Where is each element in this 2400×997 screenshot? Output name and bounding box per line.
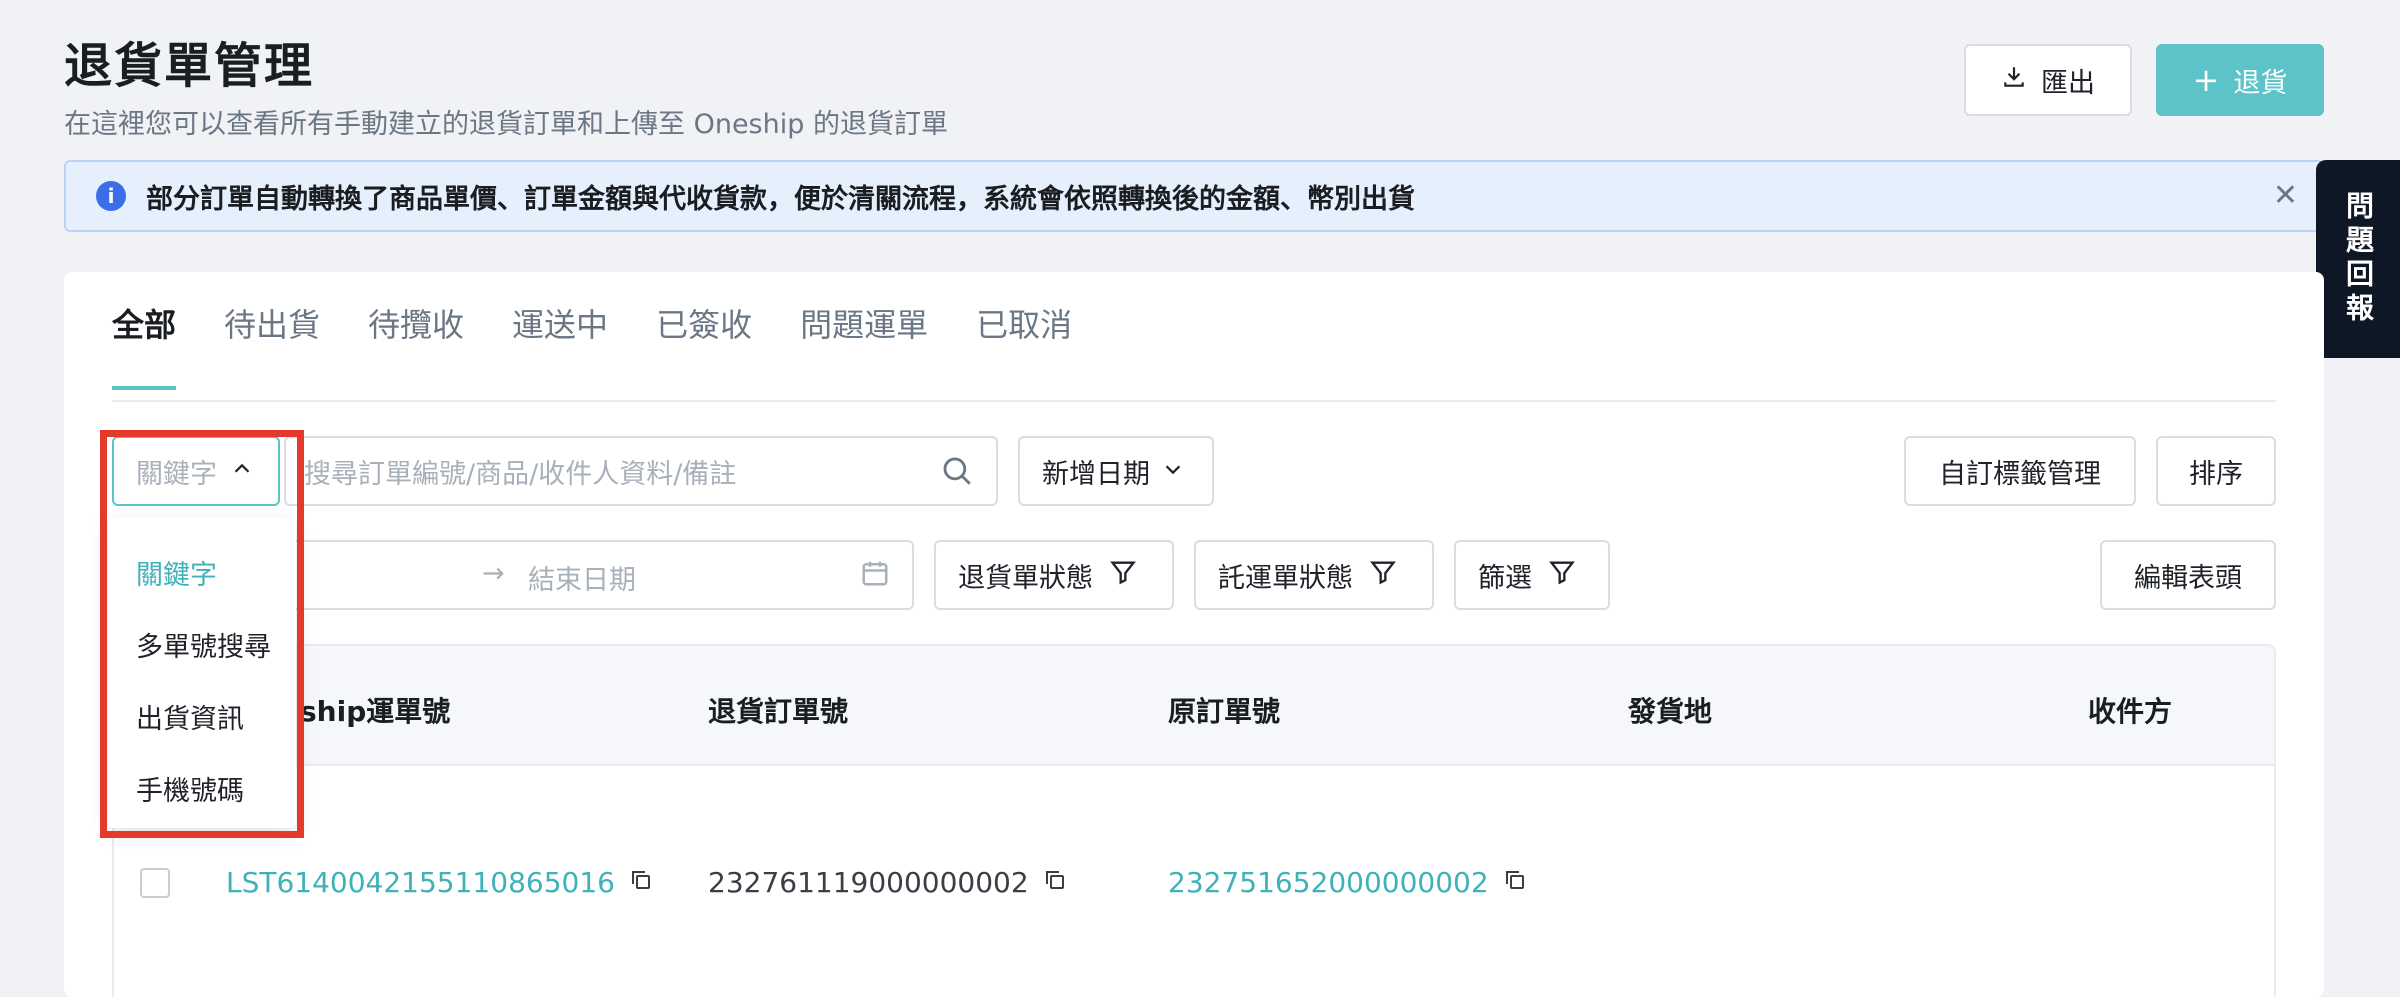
download-icon [2001, 64, 2027, 97]
row-checkbox[interactable] [140, 868, 170, 898]
tab-problem[interactable]: 問題運單 [800, 300, 928, 386]
return-status-label: 退貨單狀態 [958, 562, 1093, 594]
waybill-link[interactable]: LST614004215511086501​6 [226, 866, 615, 899]
custom-tag-manage-button[interactable]: 自訂標籤管理 [1904, 436, 2136, 506]
date-type-label: 新增日期 [1042, 458, 1150, 490]
tab-all[interactable]: 全部 [112, 300, 177, 390]
status-tabs: 全部 待出貨 待攬收 運送中 已簽收 問題運單 已取消 [112, 300, 1072, 390]
tab-pending-shipment[interactable]: 待出貨 [224, 300, 320, 386]
tab-pending-pickup[interactable]: 待攬收 [368, 300, 464, 386]
page-title: 退貨單管理 [64, 38, 315, 94]
table-header: ship運單號 退貨訂單號 原訂單號 發貨地 收件方 [114, 646, 2274, 766]
original-order-cell: 232751652000000002 [1168, 866, 1527, 899]
search-icon[interactable] [940, 454, 974, 495]
tab-in-transit[interactable]: 運送中 [512, 300, 608, 386]
copy-icon[interactable] [629, 866, 653, 899]
info-banner-text: 部分訂單自動轉換了商品單價、訂單金額與代收貨款，便於清關流程，系統會依照轉換後的… [146, 183, 1415, 215]
filter-label: 篩選 [1478, 562, 1532, 594]
tab-cancelled[interactable]: 已取消 [976, 300, 1072, 386]
close-icon[interactable]: ✕ [2273, 178, 2298, 213]
filter-icon [1369, 558, 1397, 593]
search-placeholder: 搜尋訂單編號/商品/收件人資料/備註 [304, 458, 737, 490]
feedback-button[interactable]: 問題回報 [2316, 160, 2400, 358]
copy-icon[interactable] [1503, 866, 1527, 899]
info-banner: i 部分訂單自動轉換了商品單價、訂單金額與代收貨款，便於清關流程，系統會依照轉換… [64, 160, 2324, 232]
date-type-select[interactable]: 新增日期 [1018, 436, 1214, 506]
export-button[interactable]: 匯出 [1964, 44, 2132, 116]
edit-columns-button[interactable]: 編輯表頭 [2100, 540, 2276, 610]
table-row: LST614004215511086501​6 2327611190000000… [114, 768, 2274, 997]
returns-table: ship運單號 退貨訂單號 原訂單號 發貨地 收件方 LST6140042155… [112, 644, 2276, 997]
col-return-order: 退貨訂單號 [708, 695, 849, 728]
copy-icon[interactable] [1043, 866, 1067, 899]
return-label: 退貨 [2233, 67, 2288, 99]
return-order-number: 232761119000000002 [708, 866, 1029, 899]
plus-icon: + [2192, 61, 2220, 99]
export-label: 匯出 [2041, 67, 2095, 99]
tab-delivered[interactable]: 已簽收 [656, 300, 752, 386]
highlight-box [100, 430, 304, 838]
col-waybill: ship運單號 [300, 695, 451, 728]
waybill-cell: LST614004215511086501​6 [226, 866, 653, 899]
filter-icon [1109, 558, 1137, 593]
date-range-picker[interactable]: → 結束日期 [290, 540, 914, 610]
calendar-icon [860, 558, 890, 595]
info-icon: i [96, 181, 126, 211]
add-return-button[interactable]: + 退貨 [2156, 44, 2324, 116]
sort-button[interactable]: 排序 [2156, 436, 2276, 506]
end-date-input[interactable]: 結束日期 [528, 558, 636, 597]
filter-icon [1548, 558, 1576, 593]
col-receiver: 收件方 [2088, 695, 2173, 728]
chevron-down-icon [1162, 456, 1184, 487]
tabs-divider [112, 400, 2276, 402]
return-order-cell: 232761119000000002 [708, 866, 1067, 899]
waybill-status-label: 託運單狀態 [1218, 562, 1353, 594]
waybill-status-filter[interactable]: 託運單狀態 [1194, 540, 1434, 610]
page-subtitle: 在這裡您可以查看所有手動建立的退貨訂單和上傳至 Oneship 的退貨訂單 [64, 109, 948, 140]
col-original-order: 原訂單號 [1168, 695, 1281, 728]
arrow-right-icon: → [482, 558, 505, 589]
search-input[interactable]: 搜尋訂單編號/商品/收件人資料/備註 [284, 436, 998, 506]
col-origin: 發貨地 [1628, 695, 1713, 728]
original-order-link[interactable]: 232751652000000002 [1168, 866, 1489, 899]
filter-button[interactable]: 篩選 [1454, 540, 1610, 610]
return-status-filter[interactable]: 退貨單狀態 [934, 540, 1174, 610]
